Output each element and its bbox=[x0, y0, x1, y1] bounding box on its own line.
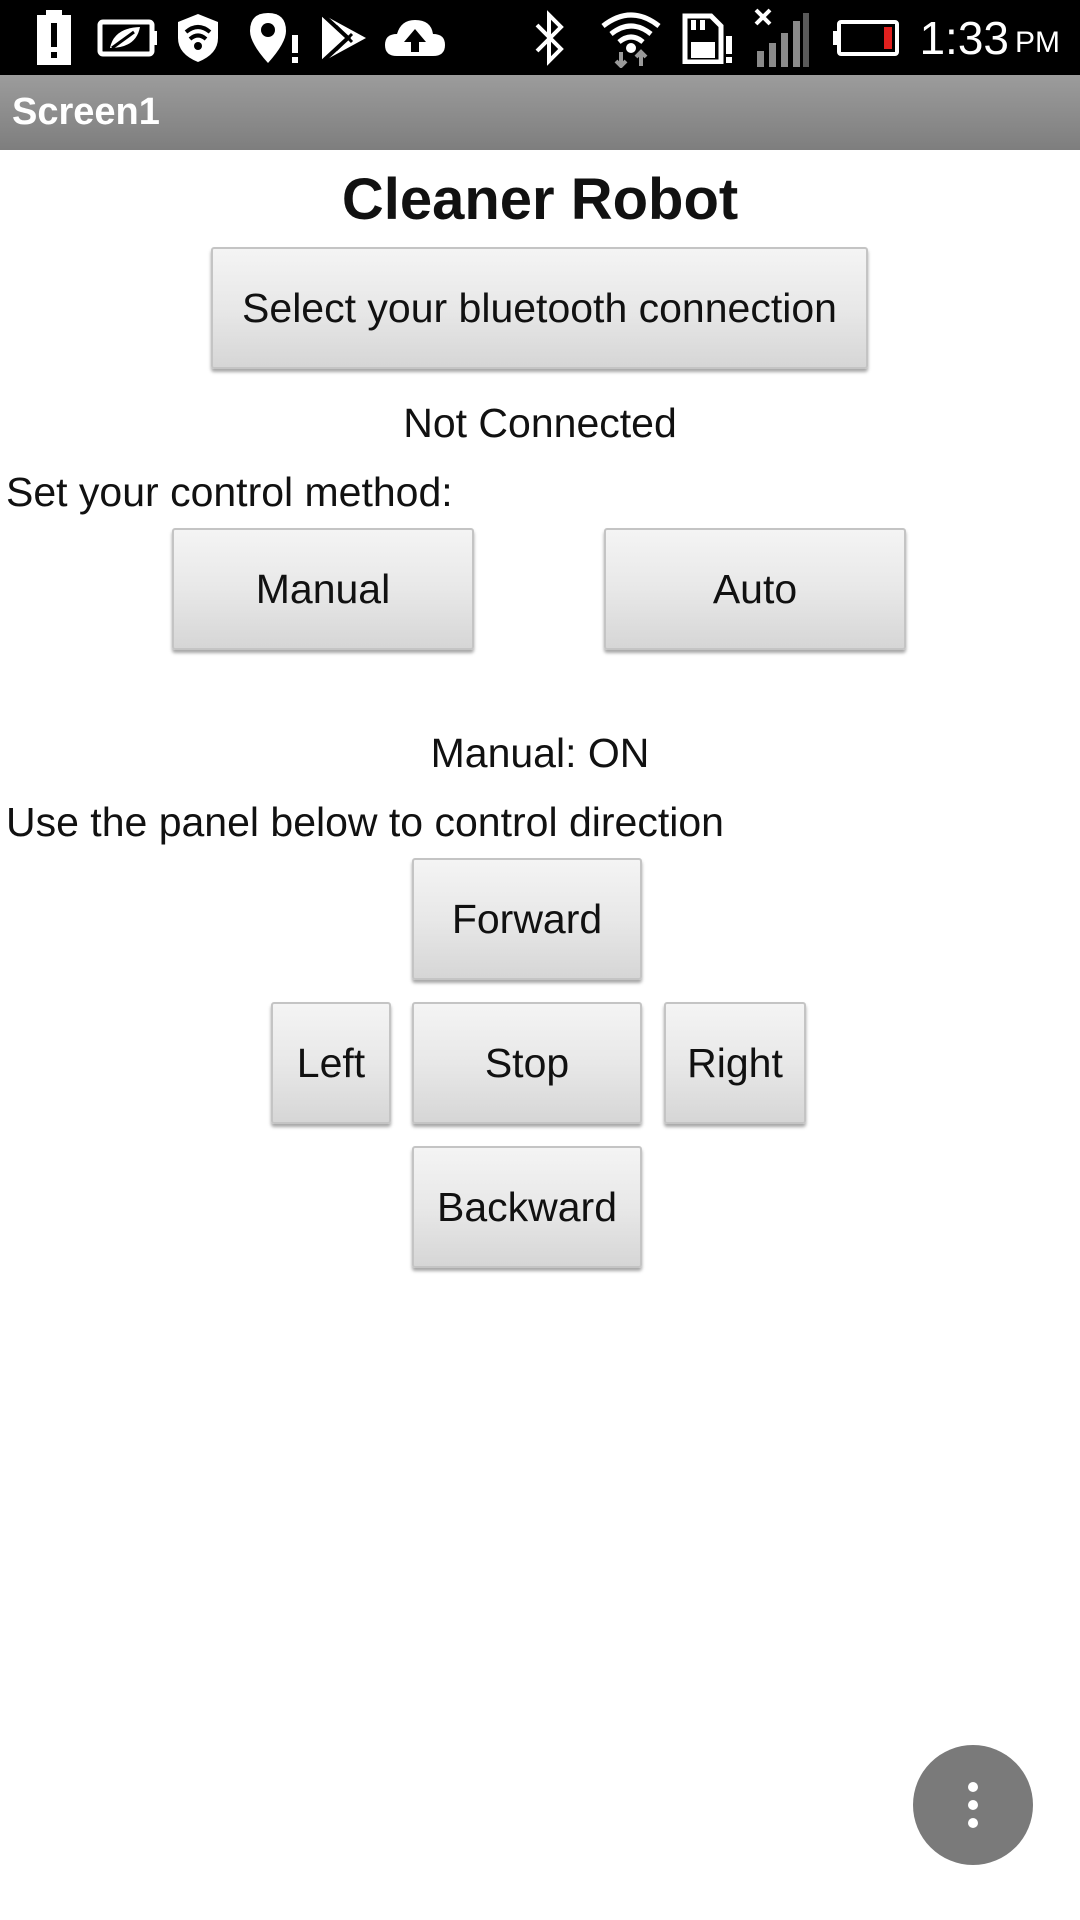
app-title-bar: Screen1 bbox=[0, 75, 1080, 150]
shield-wifi-icon bbox=[173, 0, 223, 75]
right-button[interactable]: Right bbox=[664, 1002, 806, 1124]
sd-card-alert-icon bbox=[680, 0, 736, 75]
screen-title: Screen1 bbox=[12, 91, 160, 133]
more-options-button[interactable] bbox=[913, 1745, 1033, 1865]
alert-icon bbox=[33, 0, 75, 75]
backward-button[interactable]: Backward bbox=[412, 1146, 642, 1268]
select-bluetooth-button[interactable]: Select your bluetooth connection bbox=[211, 247, 868, 369]
location-alert-icon bbox=[245, 0, 303, 75]
leaf-battery-icon bbox=[95, 0, 159, 75]
cloud-upload-icon bbox=[382, 0, 448, 75]
control-method-label: Set your control method: bbox=[6, 469, 453, 515]
status-bar: 1:33 PM bbox=[0, 0, 1080, 75]
bluetooth-icon bbox=[527, 0, 571, 75]
wifi-icon bbox=[598, 0, 664, 75]
clock-time: 1:33 bbox=[919, 11, 1009, 64]
auto-mode-button[interactable]: Auto bbox=[604, 528, 906, 650]
battery-low-icon bbox=[830, 0, 902, 75]
app-heading: Cleaner Robot bbox=[341, 167, 739, 232]
more-vert-icon bbox=[968, 1782, 978, 1792]
direction-hint-label: Use the panel below to control direction bbox=[6, 799, 724, 845]
status-bar-clock: 1:33 PM bbox=[919, 0, 1060, 75]
connection-status: Not Connected bbox=[403, 400, 677, 446]
clock-ampm: PM bbox=[1015, 25, 1060, 59]
stop-button[interactable]: Stop bbox=[412, 1002, 642, 1124]
forward-button[interactable]: Forward bbox=[412, 858, 642, 980]
manual-mode-button[interactable]: Manual bbox=[172, 528, 474, 650]
no-signal-icon bbox=[752, 0, 812, 75]
play-store-icon bbox=[317, 0, 369, 75]
mode-status: Manual: ON bbox=[430, 730, 650, 776]
left-button[interactable]: Left bbox=[271, 1002, 391, 1124]
